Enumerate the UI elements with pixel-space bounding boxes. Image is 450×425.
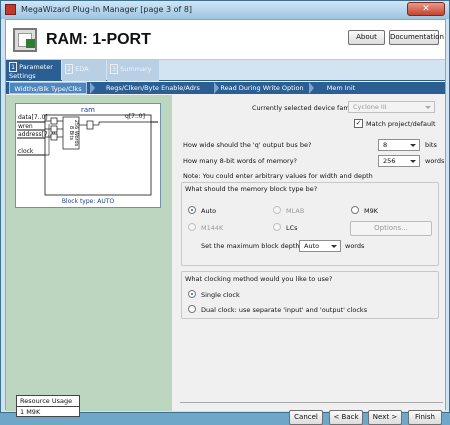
dual-clock-label: Dual clock: use separate 'input' and 'ou… [201,306,368,314]
window-title: MegaWizard Plug-In Manager [page 3 of 8] [21,5,193,14]
block-m9k-radio[interactable] [351,206,359,214]
max-depth-select[interactable]: Auto [299,240,341,252]
settings-panel: Currently selected device family: Cyclon… [172,95,445,425]
port-wren-label: wren [18,123,33,130]
match-project-label: Match project/default [366,120,436,128]
window-close-button[interactable]: ✕ [407,2,445,16]
block-lcs-radio[interactable] [273,223,281,231]
max-depth-label: Set the maximum block depth to [201,242,309,250]
block-m144k-radio[interactable] [188,223,196,231]
single-clock-label: Single clock [201,291,240,299]
chevron-down-icon [410,160,416,163]
subtab-arrow-icon [90,82,95,94]
block-type-group: What should the memory block type be? Au… [181,182,439,266]
max-depth-unit: words [345,242,365,250]
symbol-panel: ram data[7..0] wren address[7..0] clock [6,95,172,417]
subtab-mem-init[interactable]: Mem Init [316,82,366,94]
next-button[interactable]: Next > [368,410,402,425]
finish-button[interactable]: Finish [408,410,442,425]
cancel-button[interactable]: Cancel [289,410,323,425]
block-auto-radio[interactable] [188,206,196,214]
chevron-down-icon [331,245,337,248]
block-m144k-label: M144K [201,224,224,232]
q-width-question: How wide should the 'q' output bus be? [183,141,312,149]
subtab-arrow-icon [214,82,219,94]
device-family-label: Currently selected device family: [252,104,359,112]
words-unit: words [425,157,445,165]
block-type-label: Block type: AUTO [62,198,115,205]
q-width-unit: bits [425,141,437,149]
tab-parameter-settings[interactable]: 1 Parameter Settings [6,60,61,81]
resource-usage-header: Resource Usage [17,396,79,407]
title-bar[interactable]: MegaWizard Plug-In Manager [page 3 of 8]… [1,1,449,19]
wizard-tabs: 1 Parameter Settings 2 EDA 3 Summary [6,60,445,81]
tab-eda[interactable]: 2 EDA [62,60,106,81]
dual-clock-radio[interactable] [188,305,196,313]
words-question: How many 8-bit words of memory? [183,157,297,165]
page-title: RAM: 1-PORT [46,31,151,48]
footer-divider [180,402,443,403]
back-button[interactable]: < Back [329,410,363,425]
subtab-read-during-write[interactable]: Read During Write Option [220,82,304,94]
width-depth-note: Note: You could enter arbitrary values f… [183,172,373,180]
wizard-header: RAM: 1-PORT About Documentation [6,20,445,60]
resource-usage-box: Resource Usage 1 M9K [16,395,80,417]
options-button[interactable]: Options... [350,221,432,236]
block-auto-label: Auto [201,207,217,215]
single-clock-radio[interactable] [188,290,196,298]
tab-summary[interactable]: 3 Summary [107,60,159,81]
port-q-label: q[7..0] [125,113,145,120]
words-select[interactable]: 256 [378,155,420,167]
wizard-client-area: RAM: 1-PORT About Documentation 1 Paramet… [5,19,446,425]
clocking-question: What clocking method would you like to u… [185,275,333,283]
ram-block-symbol: ram data[7..0] wren address[7..0] clock [15,103,161,208]
block-m9k-label: M9K [364,207,379,215]
subtab-arrow-icon [309,82,314,94]
subtab-widths[interactable]: Widths/Blk Type/Clks [9,82,87,94]
block-words-label: 256 Words [73,120,79,147]
block-type-question: What should the memory block type be? [185,185,318,193]
resource-usage-value: 1 M9K [20,408,41,416]
block-mlab-radio[interactable] [273,206,281,214]
subtab-regs[interactable]: Regs/Clken/Byte Enable/Adrs [97,82,209,94]
device-family-select[interactable]: Cyclone III [348,101,435,113]
app-icon [5,4,16,15]
port-clock-label: clock [18,148,34,155]
chevron-down-icon [410,144,416,147]
block-lcs-label: LCs [286,224,298,232]
about-button[interactable]: About [348,30,385,45]
port-data-label: data[7..0] [18,114,48,121]
block-mlab-label: MLAB [286,207,305,215]
q-width-select[interactable]: 8 [378,139,420,151]
symbol-title: ram [81,106,95,114]
ram-logo-icon [13,28,37,52]
chevron-down-icon [425,106,431,109]
match-project-checkbox[interactable]: ✓ [354,119,363,128]
documentation-button[interactable]: Documentation [389,30,444,45]
megawizard-window: MegaWizard Plug-In Manager [page 3 of 8]… [0,0,450,425]
clocking-group: What clocking method would you like to u… [181,271,439,319]
parameter-subtabs: Widths/Blk Type/Clks Regs/Clken/Byte Ena… [6,82,445,94]
